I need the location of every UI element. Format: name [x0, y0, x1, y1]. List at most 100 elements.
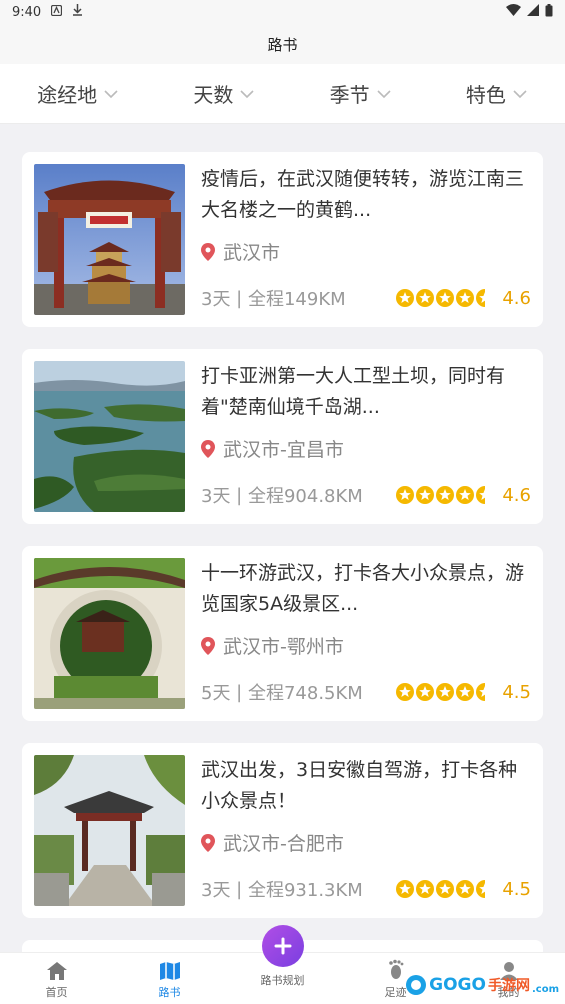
meta-separator: | [230, 287, 248, 309]
roadbook-card[interactable]: 打卡亚洲第一大人工型土坝，同时有着"楚南仙境千岛湖... 武汉市-宜昌市 3天 … [22, 349, 543, 524]
star-icon [416, 289, 435, 307]
page-title-bar: 路书 [0, 24, 565, 64]
rating-stars: 4.5 [396, 879, 531, 900]
battery-icon [545, 3, 553, 21]
card-distance: 全程904.8KM [247, 486, 363, 507]
star-icon [456, 683, 475, 701]
watermark-logo: GOGO 手游网 .com [405, 974, 559, 996]
star-icon [396, 486, 415, 504]
chevron-down-icon [513, 89, 527, 98]
tab-home[interactable]: 首页 [22, 961, 92, 1000]
star-icon [416, 880, 435, 898]
tab-label: 路书规划 [260, 974, 305, 987]
download-icon [72, 4, 83, 20]
roadbook-list: 疫情后，在武汉随便转转，游览江南三大名楼之一的黄鹤... 武汉市 3天 | 全程… [22, 152, 543, 940]
chevron-down-icon [104, 89, 118, 98]
half-star-icon [476, 880, 486, 898]
watermark-brand: GOGO [429, 975, 486, 995]
filter-label: 特色 [465, 83, 506, 107]
star-icon [396, 289, 415, 307]
filter-bar: 途经地 天数 季节 特色 [0, 64, 565, 124]
card-rating: 4.5 [502, 878, 531, 900]
notification-icon [51, 4, 63, 20]
meta-separator: | [230, 484, 248, 506]
card-location: 武汉市-鄂州市 [223, 636, 344, 658]
location-pin-icon [201, 439, 215, 458]
filter-label: 天数 [193, 83, 234, 107]
card-distance: 全程931.3KM [247, 880, 363, 901]
card-thumbnail [34, 164, 185, 315]
card-location: 武汉市-宜昌市 [223, 439, 344, 461]
tab-label: 首页 [45, 986, 68, 999]
card-rating: 4.6 [502, 484, 531, 506]
meta-separator: | [230, 681, 248, 703]
card-days: 3天 [201, 289, 231, 310]
add-plan-button[interactable] [261, 925, 304, 967]
watermark-cn: 手游网 [487, 978, 530, 994]
signal-icon [527, 4, 539, 20]
card-thumbnail [34, 558, 185, 709]
star-icon [436, 880, 455, 898]
roadbook-card[interactable]: 疫情后，在武汉随便转转，游览江南三大名楼之一的黄鹤... 武汉市 3天 | 全程… [22, 152, 543, 327]
star-icon [456, 880, 475, 898]
card-days: 3天 [201, 486, 231, 507]
rating-stars: 4.5 [396, 682, 531, 703]
star-icon [456, 289, 475, 307]
filter-days[interactable]: 天数 [193, 79, 255, 108]
star-icon [436, 683, 455, 701]
location-pin-icon [201, 833, 215, 852]
rating-stars: 4.6 [396, 288, 531, 309]
card-location: 武汉市-合肥市 [223, 833, 344, 855]
card-title: 武汉出发，3日安徽自驾游，打卡各种小众景点！ [201, 759, 518, 812]
filter-season[interactable]: 季节 [330, 79, 392, 108]
card-days: 5天 [201, 683, 231, 704]
tab-roadbook[interactable]: 路书 [135, 961, 205, 1000]
star-icon [436, 486, 455, 504]
half-star-icon [476, 289, 486, 307]
star-icon [416, 683, 435, 701]
wifi-icon [506, 4, 521, 20]
roadbook-card[interactable]: 十一环游武汉，打卡各大小众景点，游览国家5A级景区... 武汉市-鄂州市 5天 … [22, 546, 543, 721]
card-title: 打卡亚洲第一大人工型土坝，同时有着"楚南仙境千岛湖... [201, 365, 506, 418]
half-star-icon [476, 486, 486, 504]
gogo-logo-icon [406, 975, 427, 995]
card-rating: 4.6 [502, 287, 531, 309]
filter-route-places[interactable]: 途经地 [37, 79, 119, 108]
card-days: 3天 [201, 880, 231, 901]
half-star-icon [476, 683, 486, 701]
filter-feature[interactable]: 特色 [466, 79, 528, 108]
card-thumbnail [34, 755, 185, 906]
page-title: 路书 [267, 35, 298, 54]
star-icon [436, 289, 455, 307]
star-icon [396, 880, 415, 898]
tab-plan[interactable]: 路书规划 [248, 925, 318, 1000]
plus-icon [274, 937, 291, 955]
star-icon [416, 486, 435, 504]
map-book-icon [159, 962, 180, 980]
chevron-down-icon [240, 89, 254, 98]
tab-label: 足迹 [384, 986, 407, 999]
footprint-icon [388, 959, 403, 979]
card-title: 疫情后，在武汉随便转转，游览江南三大名楼之一的黄鹤... [201, 168, 525, 221]
home-icon [46, 962, 67, 980]
status-time: 9:40 [12, 4, 42, 20]
location-pin-icon [201, 636, 215, 655]
filter-label: 途经地 [37, 83, 98, 107]
watermark-domain: .com [531, 983, 559, 995]
chevron-down-icon [377, 89, 391, 98]
star-icon [396, 683, 415, 701]
location-pin-icon [201, 242, 215, 261]
card-rating: 4.5 [502, 681, 531, 703]
rating-stars: 4.6 [396, 485, 531, 506]
status-bar: 9:40 [0, 0, 565, 24]
card-thumbnail [34, 361, 185, 512]
filter-label: 季节 [329, 83, 370, 107]
card-location: 武汉市 [223, 242, 281, 264]
card-title: 十一环游武汉，打卡各大小众景点，游览国家5A级景区... [201, 562, 525, 615]
tab-label: 路书 [158, 986, 181, 999]
meta-separator: | [230, 878, 248, 900]
star-icon [456, 486, 475, 504]
card-distance: 全程149KM [247, 289, 346, 310]
card-distance: 全程748.5KM [247, 683, 363, 704]
roadbook-card[interactable]: 武汉出发，3日安徽自驾游，打卡各种小众景点！ 武汉市-合肥市 3天 | 全程93… [22, 743, 543, 918]
